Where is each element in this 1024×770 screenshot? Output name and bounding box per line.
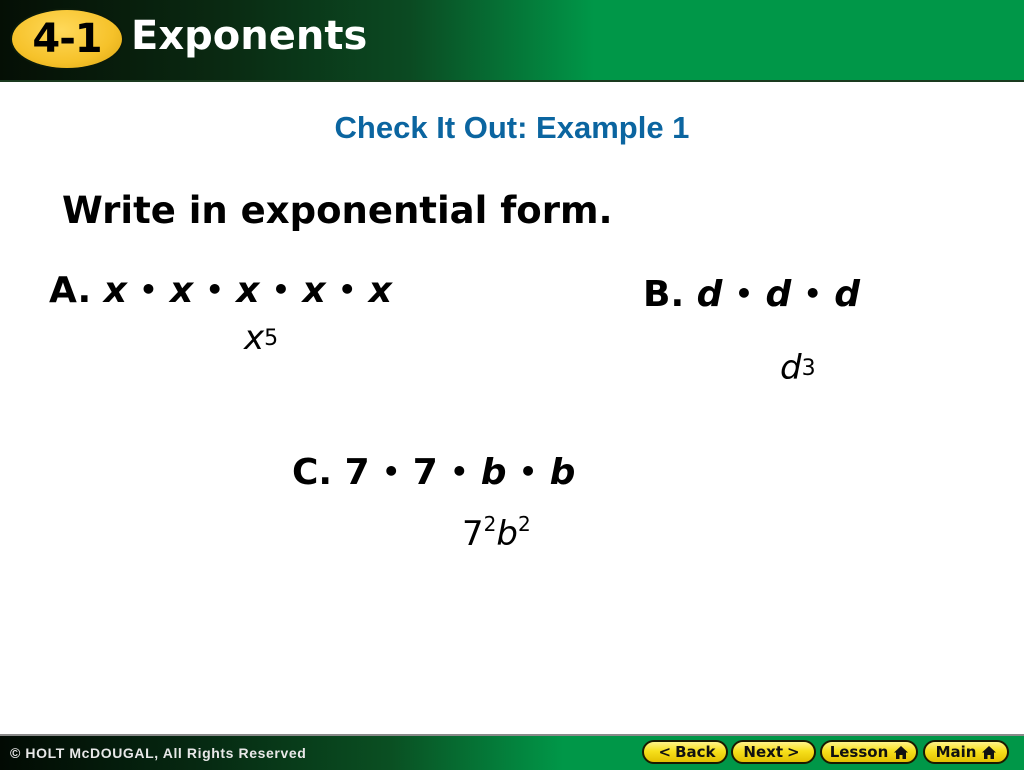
answer-b-exponent: 3: [801, 356, 816, 381]
answer-a: x5: [244, 318, 278, 358]
home-icon: [982, 745, 997, 759]
problem-c-label: C.: [292, 452, 333, 493]
multiplication-dot: •: [519, 455, 538, 488]
problem-b-factor: d: [696, 274, 723, 315]
answer-b: d3: [780, 348, 816, 388]
problem-b: B. d • d • d: [643, 274, 860, 315]
problem-a-factor: x: [368, 270, 392, 311]
back-button-label: Back: [675, 743, 716, 761]
problem-c-factor: b: [480, 452, 507, 493]
lesson-badge: 4-1: [12, 10, 122, 68]
chevron-right-icon: >: [787, 743, 800, 761]
lesson-button-label: Lesson: [829, 743, 889, 761]
instruction-text: Write in exponential form.: [62, 189, 613, 232]
back-button[interactable]: < Back: [642, 740, 728, 764]
problem-a-factor: x: [302, 270, 326, 311]
problem-b-label: B.: [643, 274, 685, 315]
home-icon: [894, 745, 909, 759]
lesson-number: 4-1: [32, 16, 102, 62]
answer-c: 72b2: [462, 512, 531, 554]
answer-a-exponent: 5: [264, 326, 279, 351]
answer-b-base: d: [780, 348, 802, 388]
problem-a-factor: x: [170, 270, 194, 311]
multiplication-dot: •: [139, 273, 158, 306]
copyright-text: © HOLT McDOUGAL, All Rights Reserved: [10, 745, 307, 761]
lesson-button[interactable]: Lesson: [820, 740, 918, 764]
problem-c: C. 7 • 7 • b • b: [292, 452, 575, 493]
chevron-left-icon: <: [658, 743, 672, 761]
multiplication-dot: •: [382, 455, 401, 488]
next-button-label: Next: [743, 743, 783, 761]
answer-c-exponent-2: 2: [517, 512, 531, 536]
answer-c-base-1: 7: [462, 514, 484, 554]
multiplication-dot: •: [450, 455, 469, 488]
main-button-label: Main: [935, 743, 977, 761]
multiplication-dot: •: [338, 273, 357, 306]
header-bar: 4-1 Exponents: [0, 0, 1024, 82]
problem-a-factor: x: [103, 270, 127, 311]
problem-b-factor: d: [834, 274, 861, 315]
footer-bar: © HOLT McDOUGAL, All Rights Reserved < B…: [0, 734, 1024, 770]
problem-a-label: A.: [49, 270, 92, 311]
multiplication-dot: •: [205, 273, 224, 306]
multiplication-dot: •: [735, 277, 753, 310]
problem-c-factor: 7: [344, 452, 370, 493]
problem-b-factor: d: [765, 274, 792, 315]
example-subtitle: Check It Out: Example 1: [334, 110, 690, 145]
answer-a-base: x: [244, 318, 265, 358]
next-button[interactable]: Next >: [731, 740, 816, 764]
problem-c-factor: 7: [412, 452, 438, 493]
problem-c-factor: b: [549, 452, 576, 493]
answer-c-exponent-1: 2: [483, 512, 497, 536]
problem-a-factor: x: [236, 270, 260, 311]
multiplication-dot: •: [803, 277, 822, 310]
problem-a: A. x • x • x • x • x: [49, 270, 392, 311]
lesson-title: Exponents: [131, 13, 368, 59]
multiplication-dot: •: [272, 273, 290, 306]
main-button[interactable]: Main: [923, 740, 1009, 764]
answer-c-base-2: b: [496, 514, 518, 554]
